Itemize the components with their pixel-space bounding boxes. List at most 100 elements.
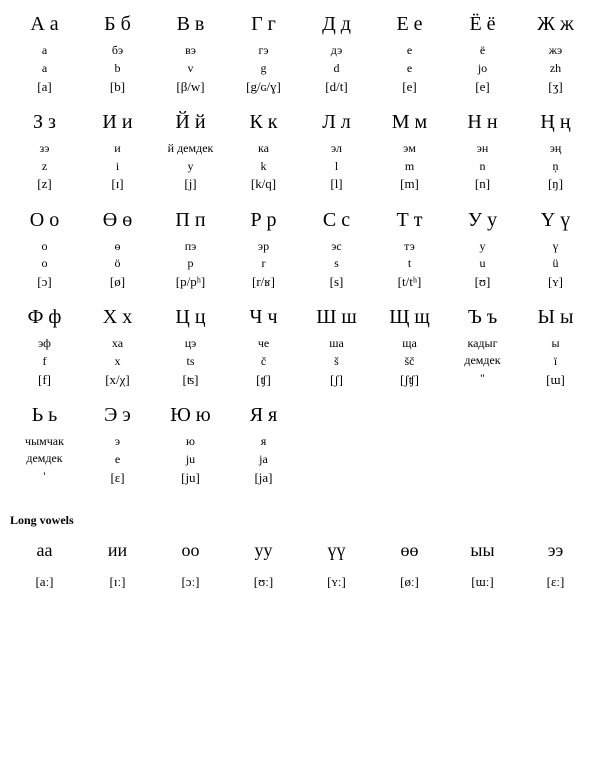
- letter-cell: Ц ццэts[ʦ]: [154, 301, 227, 399]
- letter-romanization: jo: [448, 60, 517, 77]
- letter-big: Н н: [448, 110, 517, 134]
- letter-romanization: l: [302, 158, 371, 175]
- letter-name: эс: [302, 238, 371, 255]
- letter-cell: Ё ёёjo[e]: [446, 8, 519, 106]
- letter-ipa: [l]: [302, 175, 371, 193]
- letter-big: Щ щ: [375, 305, 444, 329]
- letter-ipa: [ɯ]: [521, 371, 590, 389]
- letter-romanization: ja: [229, 451, 298, 468]
- letter-big: М м: [375, 110, 444, 134]
- long-vowel-ipa: [aː]: [10, 574, 79, 590]
- letter-cell: Т ттэt[t/tʰ]: [373, 204, 446, 302]
- long-vowel-ipa: [ɔː]: [156, 574, 225, 590]
- letter-ipa: [e]: [448, 78, 517, 96]
- letter-ipa: [ju]: [156, 469, 225, 487]
- letter-name: эф: [10, 335, 79, 352]
- letter-romanization: v: [156, 60, 225, 77]
- letter-cell: Л лэлl[l]: [300, 106, 373, 204]
- letter-ipa: [ja]: [229, 469, 298, 487]
- letter-big: И и: [83, 110, 152, 134]
- letter-name: жэ: [521, 42, 590, 59]
- letter-big: Р р: [229, 208, 298, 232]
- letter-romanization: t: [375, 255, 444, 272]
- letter-cell: Н нэнn[n]: [446, 106, 519, 204]
- letter-name: а: [10, 42, 79, 59]
- letter-big: Ь ь: [10, 403, 79, 427]
- letter-romanization: a: [10, 60, 79, 77]
- letter-ipa: [f]: [10, 371, 79, 389]
- long-vowel-cell: ээ[ɛː]: [519, 536, 592, 594]
- letter-cell: М мэмm[m]: [373, 106, 446, 204]
- letter-romanization: ': [10, 468, 79, 485]
- letter-big: Ч ч: [229, 305, 298, 329]
- letter-name: ща: [375, 335, 444, 352]
- letter-romanization: g: [229, 60, 298, 77]
- long-vowel-letter: ыы: [448, 540, 517, 562]
- letter-cell: Ү үүü[ʏ]: [519, 204, 592, 302]
- letter-name: ы: [521, 335, 590, 352]
- letter-name: зэ: [10, 140, 79, 157]
- letter-big: Б б: [83, 12, 152, 36]
- letter-cell: Ж жжэzh[ʒ]: [519, 8, 592, 106]
- letter-name: и: [83, 140, 152, 157]
- letter-romanization: p: [156, 255, 225, 272]
- letter-romanization: s: [302, 255, 371, 272]
- letter-cell: Щ щщаšč[ʃʧ]: [373, 301, 446, 399]
- alphabet-table: А ааa[a]Б ббэb[b]В ввэv[β/w]Г ггэg[g/ɢ/ɣ…: [8, 8, 592, 497]
- letter-cell: А ааa[a]: [8, 8, 81, 106]
- letter-big: Г г: [229, 12, 298, 36]
- letter-big: Э э: [83, 403, 152, 427]
- long-vowel-letter: уу: [229, 540, 298, 562]
- letter-romanization: ts: [156, 353, 225, 370]
- letter-cell: Р р эрr[r/ʁ]: [227, 204, 300, 302]
- letter-ipa: [ʧ]: [229, 371, 298, 389]
- letter-name: ү: [521, 238, 590, 255]
- letter-cell: Ң ңэңņ[ŋ]: [519, 106, 592, 204]
- letter-cell: П ппэp[p/pʰ]: [154, 204, 227, 302]
- letter-name: эр: [229, 238, 298, 255]
- letter-romanization: r: [229, 255, 298, 272]
- letter-name: тэ: [375, 238, 444, 255]
- letter-romanization: ï: [521, 353, 590, 370]
- long-vowel-cell: үү[ʏː]: [300, 536, 373, 594]
- letter-romanization: z: [10, 158, 79, 175]
- letter-ipa: [k/q]: [229, 175, 298, 193]
- long-vowel-cell: ыы[ɯː]: [446, 536, 519, 594]
- letter-cell: К ккаk[k/q]: [227, 106, 300, 204]
- letter-name: эм: [375, 140, 444, 157]
- letter-cell: Э ээe[ɛ]: [81, 399, 154, 497]
- letter-romanization: x: [83, 353, 152, 370]
- letter-name: че: [229, 335, 298, 352]
- letter-name: ша: [302, 335, 371, 352]
- letter-cell: Д ддэd[d/t]: [300, 8, 373, 106]
- letter-big: У у: [448, 208, 517, 232]
- letter-ipa: [z]: [10, 175, 79, 193]
- letter-name: ё: [448, 42, 517, 59]
- letter-ipa: [t/tʰ]: [375, 273, 444, 291]
- letter-name: эң: [521, 140, 590, 157]
- letter-romanization: o: [10, 255, 79, 272]
- letter-name: ө: [83, 238, 152, 255]
- letter-cell: С сэсs[s]: [300, 204, 373, 302]
- letter-romanization: ": [448, 370, 517, 387]
- letter-big: П п: [156, 208, 225, 232]
- letter-cell: Ч ччеč[ʧ]: [227, 301, 300, 399]
- letter-big: В в: [156, 12, 225, 36]
- letter-romanization: ju: [156, 451, 225, 468]
- letter-romanization: u: [448, 255, 517, 272]
- long-vowel-cell: оо[ɔː]: [154, 536, 227, 594]
- letter-ipa: [ɔ]: [10, 273, 79, 291]
- letter-big: Я я: [229, 403, 298, 427]
- long-vowel-ipa: [ʊː]: [229, 574, 298, 590]
- letter-big: Е е: [375, 12, 444, 36]
- letter-cell: З ззэz[z]: [8, 106, 81, 204]
- letter-ipa: [ʒ]: [521, 78, 590, 96]
- letter-big: Л л: [302, 110, 371, 134]
- letter-ipa: [ɪ]: [83, 175, 152, 193]
- letter-romanization: ņ: [521, 158, 590, 175]
- long-vowel-ipa: [ɪː]: [83, 574, 152, 590]
- long-vowel-ipa: [ɛː]: [521, 574, 590, 590]
- letter-ipa: [r/ʁ]: [229, 273, 298, 291]
- letter-romanization: ö: [83, 255, 152, 272]
- letter-name: пэ: [156, 238, 225, 255]
